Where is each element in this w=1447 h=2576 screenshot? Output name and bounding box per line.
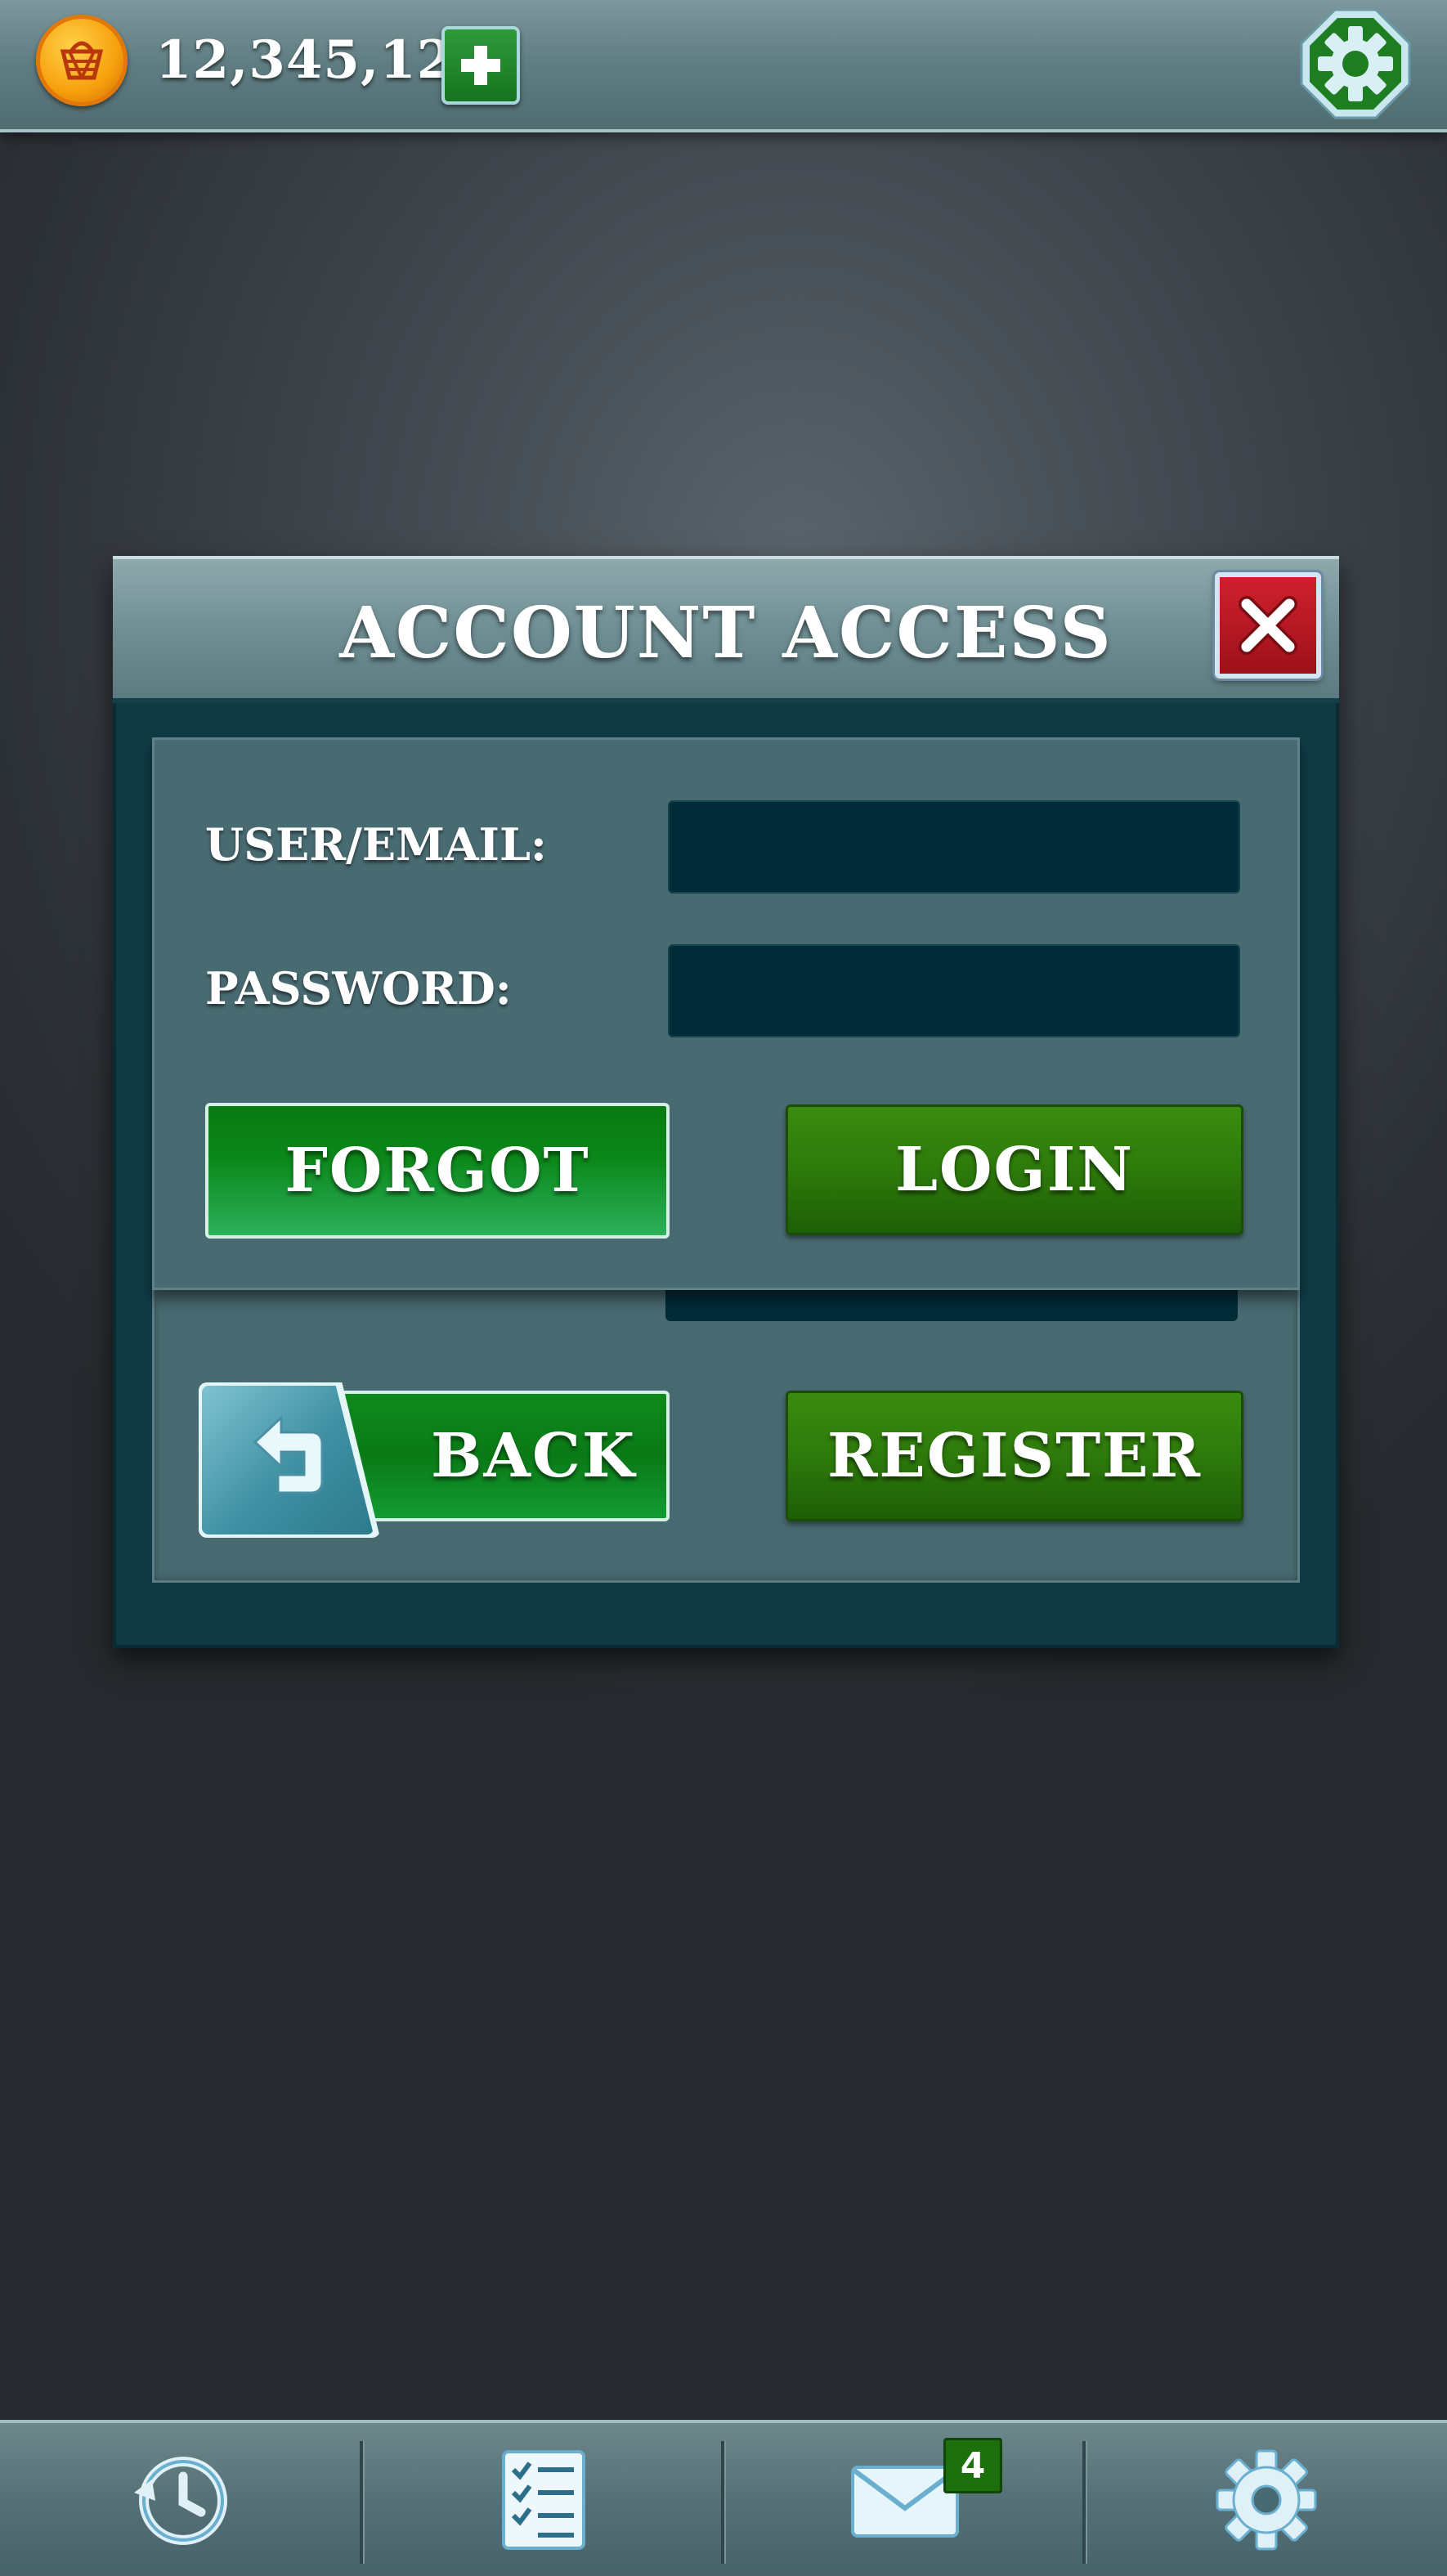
add-currency-button[interactable]: [441, 26, 520, 105]
history-icon: [134, 2456, 227, 2545]
close-button[interactable]: [1215, 572, 1321, 679]
coin-basket-icon: [36, 15, 128, 106]
register-button[interactable]: REGISTER: [786, 1391, 1243, 1521]
checklist-icon: [502, 2449, 585, 2550]
modal-header: ACCOUNT ACCESS: [113, 556, 1339, 703]
nav-settings[interactable]: [1086, 2423, 1447, 2576]
password-field[interactable]: [668, 944, 1240, 1037]
top-bar: 12,345,123: [0, 0, 1447, 132]
settings-gear-icon: [1216, 2449, 1317, 2550]
nav-tasks[interactable]: [363, 2423, 724, 2576]
user-email-field[interactable]: [668, 800, 1240, 894]
login-panel: USER/EMAIL: PASSWORD: FORGOT LOGIN: [152, 737, 1300, 1290]
nav-history[interactable]: [0, 2423, 361, 2576]
bottom-nav: 4: [0, 2420, 1447, 2576]
account-access-modal: ACCOUNT ACCESS BACK REGISTER USER/EMAIL:…: [113, 556, 1339, 1648]
close-x-icon: [1239, 596, 1297, 655]
user-email-label: USER/EMAIL:: [205, 818, 547, 871]
gear-icon: [1300, 8, 1411, 119]
back-label: BACK: [431, 1421, 637, 1491]
hidden-field-edge: [665, 1285, 1238, 1321]
forgot-button[interactable]: FORGOT: [205, 1103, 670, 1239]
modal-title: ACCOUNT ACCESS: [339, 592, 1113, 674]
plus-icon: [461, 46, 500, 85]
back-button[interactable]: BACK: [199, 1382, 670, 1538]
login-button[interactable]: LOGIN: [786, 1104, 1243, 1235]
nav-mail[interactable]: 4: [724, 2423, 1086, 2576]
password-label: PASSWORD:: [205, 962, 512, 1015]
mail-badge: 4: [943, 2438, 1002, 2493]
settings-button[interactable]: [1298, 7, 1413, 121]
